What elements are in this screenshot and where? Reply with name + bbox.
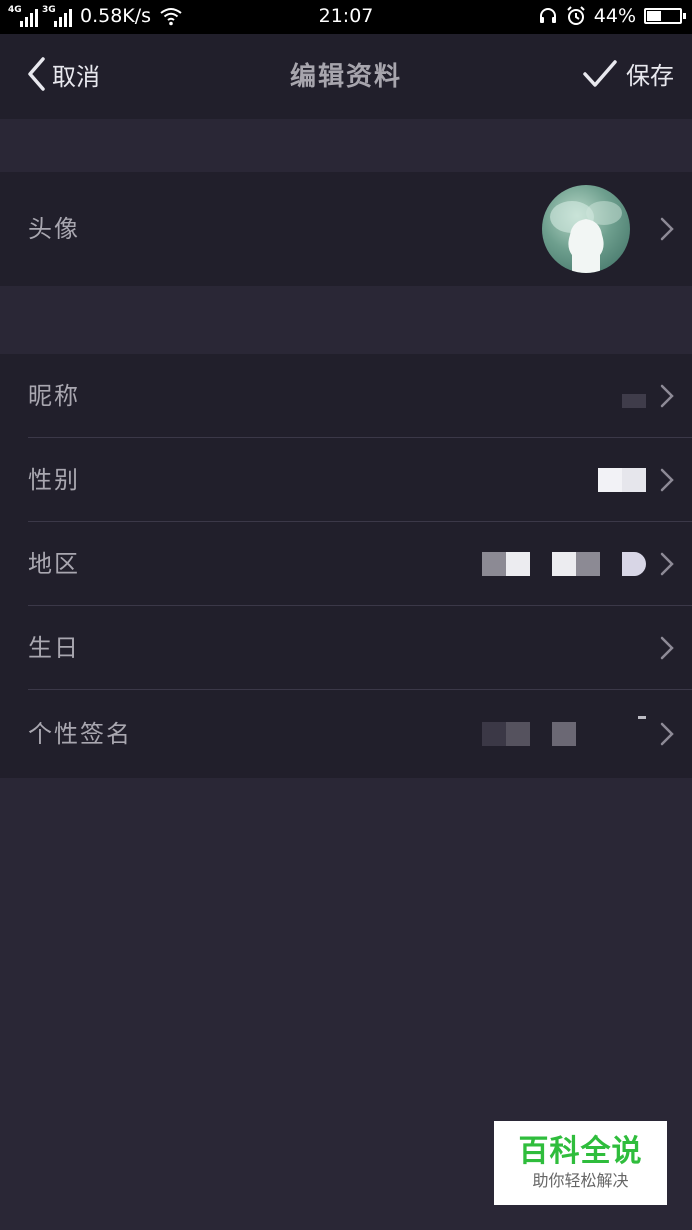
watermark-title: 百科全说: [518, 1134, 643, 1169]
region-label: 地区: [28, 550, 80, 578]
birthday-label: 生日: [28, 634, 80, 662]
watermark-logo: 百科全说 助你轻松解决: [494, 1121, 667, 1205]
alarm-icon: [567, 6, 585, 25]
chevron-right-icon: [660, 552, 674, 576]
battery-icon: [644, 8, 686, 24]
chevron-right-icon: [660, 468, 674, 492]
checkmark-icon: [583, 59, 617, 87]
region-row[interactable]: 地区: [0, 522, 692, 606]
birthday-row[interactable]: 生日: [0, 606, 692, 690]
info-section: 昵称 性别 地区 生日 个性签名: [0, 354, 692, 778]
headset-icon: [539, 8, 556, 23]
status-bar: 4G 3G 0.58K/s 21:07 44%: [0, 0, 692, 34]
save-label: 保存: [626, 62, 674, 90]
nickname-row[interactable]: 昵称: [0, 354, 692, 438]
signature-label: 个性签名: [28, 720, 132, 748]
chevron-right-icon: [660, 722, 674, 746]
chevron-right-icon: [660, 636, 674, 660]
nickname-value: [622, 354, 646, 438]
nav-bar: 取消 编辑资料 保存: [0, 34, 692, 119]
avatar: [542, 185, 630, 273]
watermark-subtitle: 助你轻松解决: [532, 1171, 629, 1190]
gender-value: [598, 438, 646, 522]
region-value: [482, 522, 646, 606]
battery-percent: 44%: [593, 5, 636, 27]
signature-value: [482, 690, 646, 778]
avatar-section: 头像: [0, 172, 692, 286]
gender-label: 性别: [28, 466, 80, 494]
save-button[interactable]: 保存: [582, 56, 674, 91]
gender-row[interactable]: 性别: [0, 438, 692, 522]
avatar-label: 头像: [28, 215, 80, 243]
nickname-label: 昵称: [28, 382, 80, 410]
avatar-row[interactable]: 头像: [0, 172, 692, 286]
chevron-right-icon: [660, 384, 674, 408]
chevron-right-icon: [660, 217, 674, 241]
signature-row[interactable]: 个性签名: [0, 690, 692, 778]
